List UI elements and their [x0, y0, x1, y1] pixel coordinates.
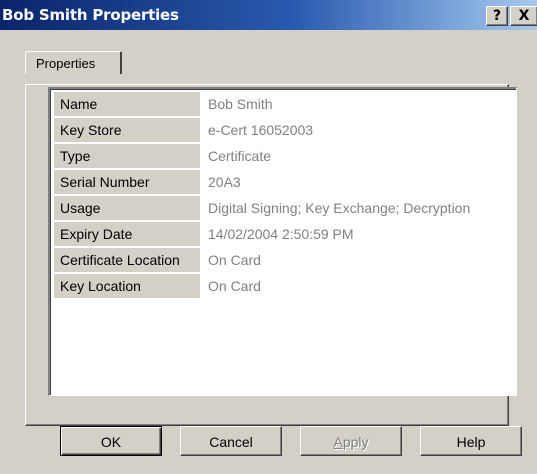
ok-button[interactable]: OK	[60, 426, 162, 456]
properties-list[interactable]: Name Bob Smith Key Store e-Cert 16052003…	[48, 87, 517, 396]
property-value: On Card	[208, 252, 261, 268]
tab-label: Properties	[36, 56, 96, 71]
property-value: Bob Smith	[208, 96, 273, 112]
list-item[interactable]: Type Certificate	[54, 144, 512, 170]
property-value: On Card	[208, 278, 261, 294]
close-icon: X	[518, 8, 530, 24]
property-label: Expiry Date	[54, 222, 200, 246]
list-item[interactable]: Certificate Location On Card	[54, 248, 512, 274]
list-item[interactable]: Expiry Date 14/02/2004 2:50:59 PM	[54, 222, 512, 248]
close-button[interactable]: X	[510, 6, 537, 26]
help-dialog-button[interactable]: Help	[420, 426, 522, 456]
list-item[interactable]: Key Store e-Cert 16052003	[54, 118, 512, 144]
window-title: Bob Smith Properties	[2, 6, 179, 24]
list-item[interactable]: Serial Number 20A3	[54, 170, 512, 196]
apply-label: pply	[342, 434, 369, 450]
property-value: 14/02/2004 2:50:59 PM	[208, 226, 354, 242]
list-item[interactable]: Name Bob Smith	[54, 92, 512, 118]
property-label: Serial Number	[54, 170, 200, 194]
property-label: Certificate Location	[54, 248, 200, 272]
property-label: Type	[54, 144, 200, 168]
title-bar[interactable]: Bob Smith Properties ? X	[0, 0, 537, 30]
list-item[interactable]: Key Location On Card	[54, 274, 512, 300]
apply-accelerator: A	[333, 434, 343, 450]
property-label: Usage	[54, 196, 200, 220]
property-value: Digital Signing; Key Exchange; Decryptio…	[208, 200, 471, 216]
tab-properties[interactable]: Properties	[25, 51, 122, 74]
property-value: e-Cert 16052003	[208, 122, 314, 138]
property-label: Name	[54, 92, 200, 116]
list-item[interactable]: Usage Digital Signing; Key Exchange; Dec…	[54, 196, 512, 222]
property-label: Key Store	[54, 118, 200, 142]
cancel-button[interactable]: Cancel	[180, 426, 282, 456]
property-value: Certificate	[208, 148, 272, 164]
help-icon: ?	[492, 8, 502, 24]
help-button[interactable]: ?	[486, 6, 508, 26]
apply-button[interactable]: Apply	[300, 426, 402, 456]
property-label: Key Location	[54, 274, 200, 298]
property-value: 20A3	[208, 174, 241, 190]
